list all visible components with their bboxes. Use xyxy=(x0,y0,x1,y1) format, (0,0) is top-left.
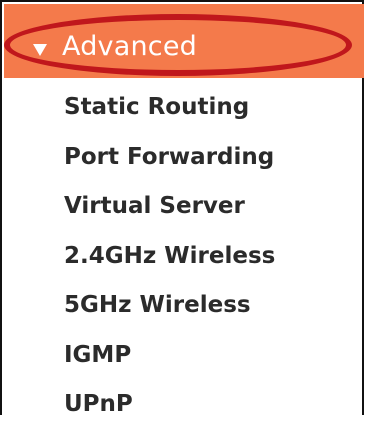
menu-item-igmp[interactable]: IGMP xyxy=(64,338,275,388)
menu-item-upnp[interactable]: UPnP xyxy=(64,387,275,437)
advanced-submenu: Static Routing Port Forwarding Virtual S… xyxy=(64,90,275,437)
menu-item-port-forwarding[interactable]: Port Forwarding xyxy=(64,140,275,190)
menu-item-5ghz-wireless[interactable]: 5GHz Wireless xyxy=(64,288,275,338)
sidebar-panel: Advanced Static Routing Port Forwarding … xyxy=(0,0,364,417)
menu-item-2-4ghz-wireless[interactable]: 2.4GHz Wireless xyxy=(64,239,275,289)
menu-item-static-routing[interactable]: Static Routing xyxy=(64,90,275,140)
menu-item-virtual-server[interactable]: Virtual Server xyxy=(64,189,275,239)
highlight-annotation-ellipse xyxy=(4,14,352,76)
